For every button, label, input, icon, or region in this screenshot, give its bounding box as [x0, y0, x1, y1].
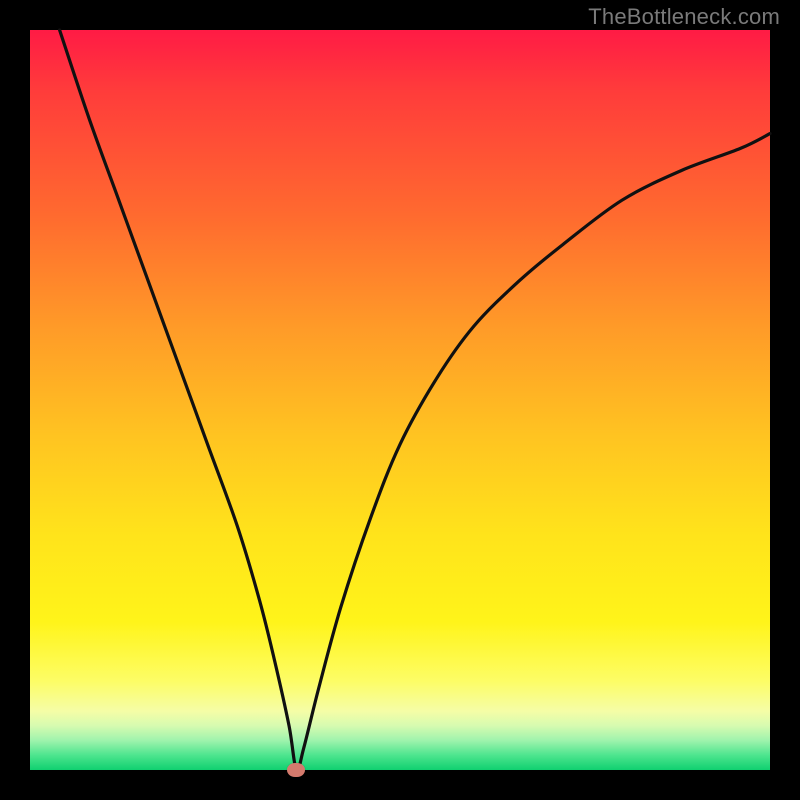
watermark-text: TheBottleneck.com: [588, 4, 780, 30]
curve-svg: [30, 30, 770, 770]
bottleneck-curve: [60, 30, 770, 771]
chart-frame: TheBottleneck.com: [0, 0, 800, 800]
plot-area: [30, 30, 770, 770]
minimum-marker: [287, 763, 305, 777]
